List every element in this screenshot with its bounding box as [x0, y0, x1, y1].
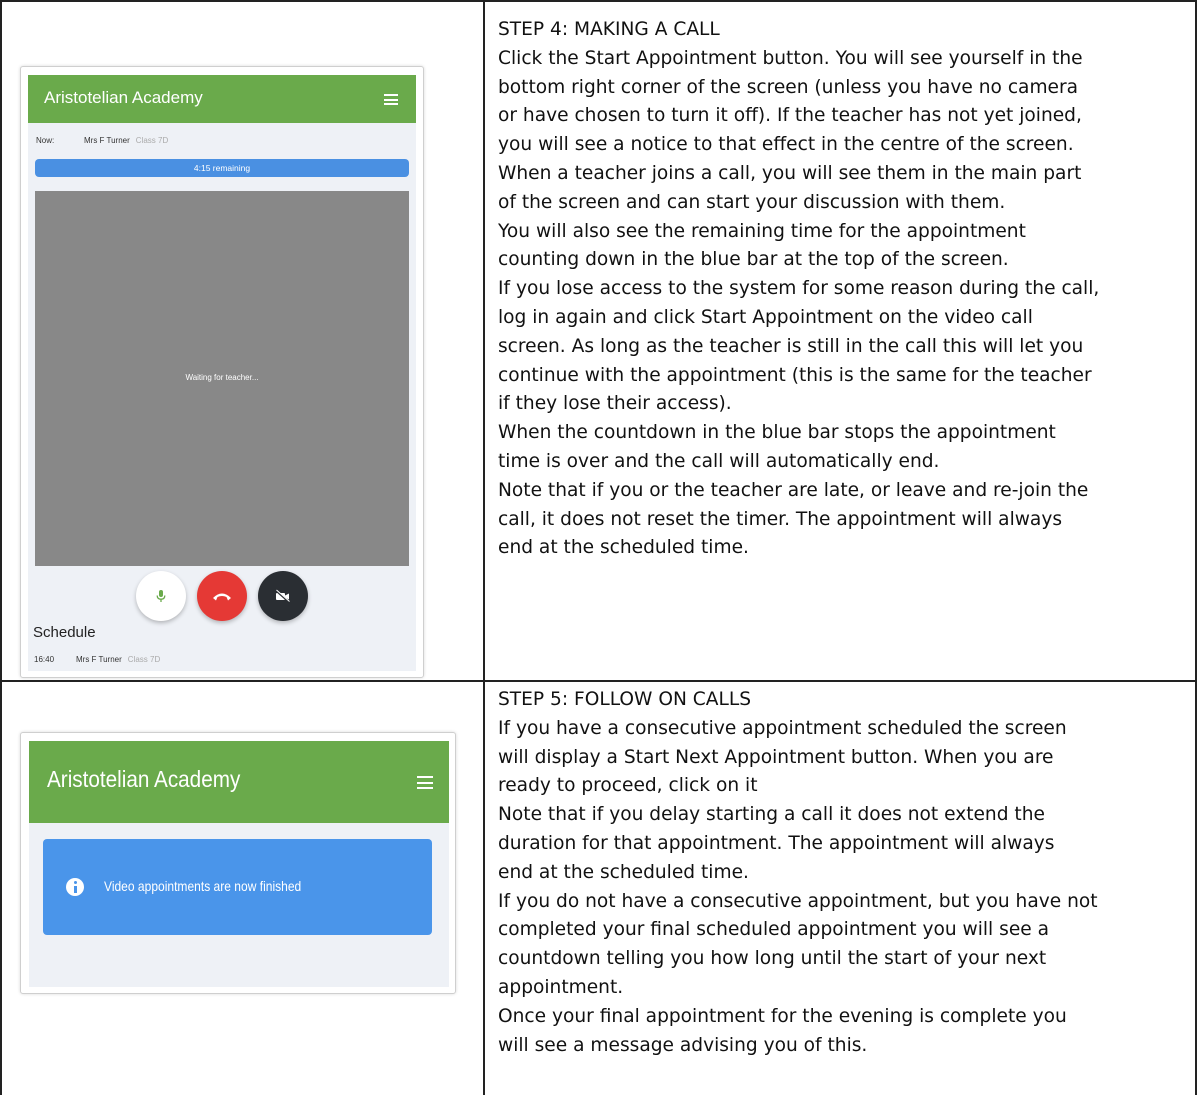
hamburger-menu-icon[interactable] [384, 94, 398, 105]
paragraph-line: If you lose access to the system for som… [498, 278, 1100, 300]
appointments-finished-screenshot: Aristotelian Academy Video appointments … [20, 732, 456, 994]
waiting-notice: Waiting for teacher... [185, 373, 259, 382]
paragraph-line: Note that if you delay starting a call i… [498, 804, 1045, 826]
schedule-row: 16:40 Mrs F Turner Class 7D [34, 655, 160, 664]
schedule-time: 16:40 [34, 655, 55, 664]
paragraph-line: or have chosen to turn it off). If the t… [498, 105, 1082, 127]
step4-title: STEP 4: MAKING A CALL [498, 19, 720, 40]
schedule-heading: Schedule [33, 624, 96, 641]
call-panel: Now: Mrs F Turner Class 7D 4:15 remaining … [28, 123, 416, 671]
video-area: Waiting for teacher... [35, 191, 409, 566]
paragraph-line: if they lose their access). [498, 393, 732, 415]
step5-instructions: STEP 5: FOLLOW ON CALLS If you have a co… [498, 686, 1098, 1060]
app-title: Aristotelian Academy [47, 766, 241, 792]
now-teacher: Mrs F Turner [84, 136, 130, 145]
app-title: Aristotelian Academy [44, 88, 203, 107]
content-panel: Video appointments are now finished [29, 823, 449, 987]
schedule-teacher: Mrs F Turner [76, 655, 122, 664]
info-alert: Video appointments are now finished [43, 839, 432, 935]
paragraph-line: end at the scheduled time. [498, 861, 749, 883]
paragraph-line: time is over and the call will automatic… [498, 450, 940, 472]
paragraph-line: If you have a consecutive appointment sc… [498, 717, 1067, 739]
paragraph-line: If you do not have a consecutive appoint… [498, 890, 1098, 912]
paragraph-line: completed your final scheduled appointme… [498, 919, 1050, 941]
schedule-class: Class 7D [127, 655, 161, 664]
current-appointment-row: Now: Mrs F Turner Class 7D [36, 136, 168, 145]
paragraph-line: screen. As long as the teacher is still … [498, 335, 1084, 357]
hamburger-menu-icon[interactable] [417, 776, 433, 789]
now-label: Now: [36, 136, 55, 145]
table-row-divider [0, 680, 1197, 682]
paragraph-line: You will also see the remaining time for… [498, 220, 1026, 242]
paragraph-line: will display a Start Next Appointment bu… [498, 746, 1054, 768]
paragraph-line: Note that if you or the teacher are late… [498, 479, 1089, 501]
paragraph-line: call, it does not reset the timer. The a… [498, 508, 1063, 530]
paragraph-line: end at the scheduled time. [498, 537, 749, 559]
microphone-button[interactable] [136, 571, 186, 621]
paragraph-line: of the screen and can start your discuss… [498, 191, 1006, 213]
paragraph-line: will see a message advising you of this. [498, 1034, 868, 1056]
paragraph-line: bottom right corner of the screen (unles… [498, 76, 1079, 98]
hang-up-button[interactable] [197, 571, 247, 621]
step5-body: If you have a consecutive appointment sc… [498, 715, 1098, 1061]
camera-toggle-button[interactable] [258, 571, 308, 621]
paragraph-line: Click the Start Appointment button. You … [498, 47, 1083, 69]
now-class: Class 7D [135, 136, 169, 145]
paragraph-line: When a teacher joins a call, you will se… [498, 162, 1082, 184]
paragraph-line: When the countdown in the blue bar stops… [498, 422, 1056, 444]
video-call-screenshot: Aristotelian Academy Now: Mrs F Turner Cla… [20, 66, 424, 678]
table-column-divider [483, 0, 485, 1095]
app-header: Aristotelian Academy [28, 75, 416, 123]
paragraph-line: you will see a notice to that effect in … [498, 134, 1074, 156]
step4-instructions: STEP 4: MAKING A CALL Click the Start Ap… [498, 16, 1099, 563]
paragraph-line: ready to proceed, click on it [498, 775, 758, 797]
paragraph-line: duration for that appointment. The appoi… [498, 832, 1055, 854]
phone-hangup-icon [213, 593, 231, 601]
paragraph-line: countdown telling you how long until the… [498, 948, 1047, 970]
step5-title: STEP 5: FOLLOW ON CALLS [498, 689, 752, 710]
app-header: Aristotelian Academy [29, 741, 449, 823]
info-icon [66, 878, 84, 896]
microphone-icon [156, 590, 166, 602]
step4-body: Click the Start Appointment button. You … [498, 45, 1099, 563]
countdown-bar: 4:15 remaining [35, 159, 409, 177]
paragraph-line: appointment. [498, 976, 624, 998]
paragraph-line: log in again and click Start Appointment… [498, 306, 1033, 328]
camera-off-icon [275, 589, 290, 603]
paragraph-line: counting down in the blue bar at the top… [498, 249, 1009, 271]
paragraph-line: Once your final appointment for the even… [498, 1005, 1067, 1027]
paragraph-line: continue with the appointment (this is t… [498, 364, 1092, 386]
alert-message: Video appointments are now finished [104, 878, 302, 894]
